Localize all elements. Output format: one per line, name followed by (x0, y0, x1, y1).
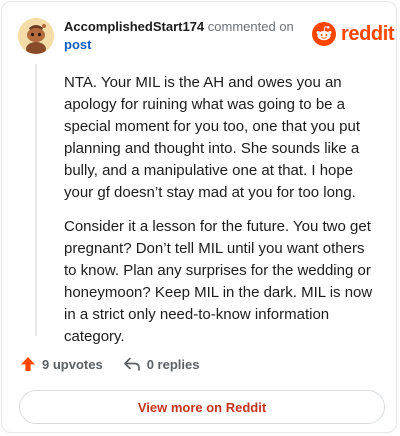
comment-paragraph-2: Consider it a lesson for the future. You… (64, 218, 373, 345)
avatar[interactable] (18, 18, 54, 54)
comment-header: AccomplishedStart174 commented on (64, 19, 294, 34)
action-text: commented on (207, 19, 294, 34)
reply-arrow-icon (123, 357, 140, 371)
upvote-button[interactable]: 9 upvotes (20, 356, 103, 372)
author-name[interactable]: AccomplishedStart174 (64, 19, 204, 34)
post-link[interactable]: post (64, 37, 91, 52)
thread-line (35, 64, 37, 336)
comment-embed-card: AccomplishedStart174 commented on post r… (1, 1, 397, 433)
snoo-avatar-icon (18, 18, 54, 54)
comment-actions: 9 upvotes 0 replies (20, 356, 199, 372)
reply-button[interactable]: 0 replies (123, 356, 200, 372)
reply-count: 0 replies (146, 356, 200, 372)
upvote-count: 9 upvotes (42, 356, 103, 372)
reddit-logo[interactable]: reddit (312, 20, 395, 48)
view-more-button[interactable]: View more on Reddit (19, 390, 385, 424)
reddit-wordmark: reddit (341, 22, 395, 45)
reddit-snoo-icon (312, 22, 336, 46)
comment-body: NTA. Your MIL is the AH and owes you an … (64, 72, 374, 360)
upvote-arrow-icon (21, 357, 35, 371)
comment-paragraph-1: NTA. Your MIL is the AH and owes you an … (64, 74, 361, 201)
